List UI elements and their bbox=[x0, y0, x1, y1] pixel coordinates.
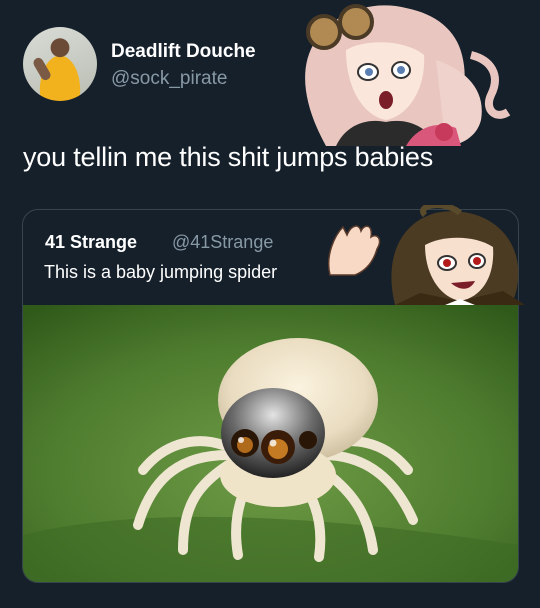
anime-character-sticker-top bbox=[305, 4, 511, 146]
quoted-user-handle[interactable]: @41Strange bbox=[172, 232, 273, 253]
quoted-display-name[interactable]: 41 Strange bbox=[45, 232, 137, 253]
avatar[interactable] bbox=[23, 27, 97, 101]
user-handle[interactable]: @sock_pirate bbox=[111, 68, 227, 90]
tweet-text: you tellin me this shit jumps babies bbox=[23, 142, 433, 172]
quoted-tweet-text: This is a baby jumping spider bbox=[44, 262, 278, 282]
spider-photo[interactable] bbox=[23, 305, 518, 583]
anime-character-sticker-bottom bbox=[328, 205, 525, 305]
display-name[interactable]: Deadlift Douche bbox=[111, 41, 256, 63]
